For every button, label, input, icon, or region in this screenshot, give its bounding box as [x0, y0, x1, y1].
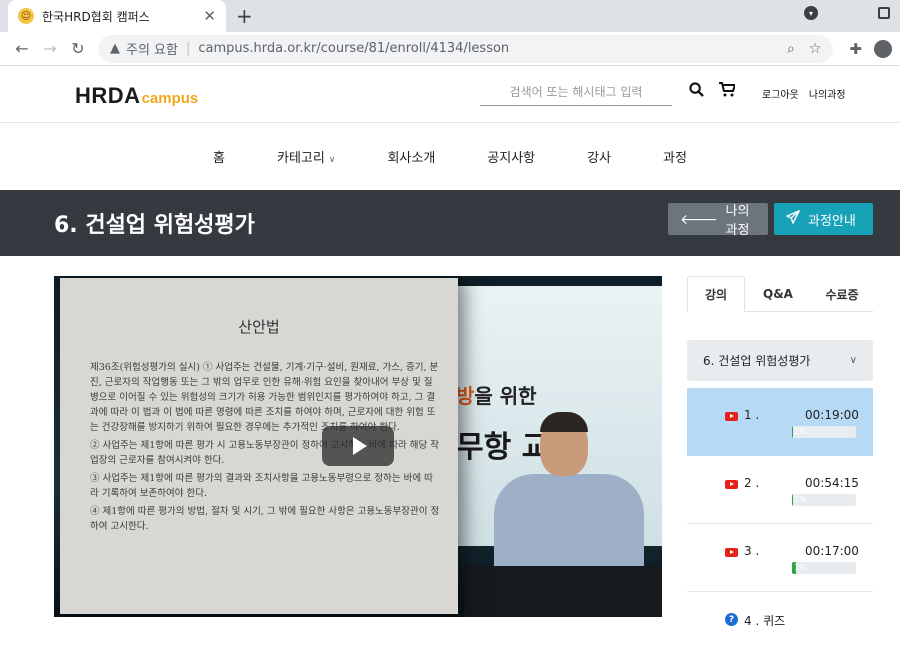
nav-item-courses[interactable]: 과정 — [637, 147, 713, 166]
omnibox-separator: | — [185, 41, 191, 56]
paper-plane-icon — [786, 210, 800, 228]
course-info-button-label: 과정안내 — [808, 213, 856, 229]
quiz-item[interactable]: ? 4 . 퀴즈 — [687, 592, 873, 648]
lesson-progress-bar: 7% — [792, 562, 856, 574]
panel-tabs: 강의 Q&A 수료증 — [687, 276, 873, 312]
browser-tab[interactable]: ☺ 한국HRD협회 캠퍼스 ✕ — [8, 0, 226, 32]
address-bar[interactable]: ▲ 주의 요함 | campus.hrda.or.kr/course/81/en… — [98, 34, 834, 63]
lectern — [464, 566, 662, 617]
lesson-duration: 00:17:00 — [805, 544, 859, 558]
video-player[interactable]: 방을 위한 무항 교육 산안법 제36조(위험성평가의 실시) ① 사업주는 건… — [54, 276, 662, 617]
my-courses-link[interactable]: 나의과정 — [809, 86, 846, 101]
search-icon[interactable] — [689, 82, 704, 101]
logo-text: HRDA — [75, 83, 141, 108]
slide-paragraph: 제36조(위험성평가의 실시) ① 사업주는 건설물, 기계·기구·설비, 원재… — [90, 362, 439, 433]
extensions-puzzle-icon[interactable]: ✚ — [849, 40, 862, 58]
lesson-progress-label: 1% — [794, 495, 807, 504]
course-title-bar: 6. 건설업 위험성평가 🡐 나의과정 과정안내 — [0, 190, 900, 256]
video-background-text: 방을 위한 — [456, 384, 537, 408]
new-tab-icon[interactable]: + — [236, 4, 253, 28]
back-icon[interactable]: ← — [8, 39, 36, 58]
search-input[interactable] — [480, 80, 672, 104]
zoom-icon[interactable]: ⌕ — [787, 41, 795, 57]
tab-search-icon[interactable]: ▾ — [804, 6, 818, 20]
my-courses-button[interactable]: 🡐 나의과정 — [668, 203, 768, 238]
lesson-progress-label: 7% — [794, 563, 807, 572]
lesson-number: 2 . — [744, 476, 760, 490]
youtube-icon — [725, 412, 738, 421]
tab-certificate[interactable]: 수료증 — [811, 276, 873, 312]
lesson-progress-bar: 1% — [792, 494, 856, 506]
site-header: HRDA campus 로그아웃 나의과정 — [0, 66, 900, 122]
slide-paragraph: ③ 사업주는 제1항에 따른 평가의 결과와 조치사항을 고용노동부령으로 정하… — [90, 473, 433, 499]
quiz-label: 4 . 퀴즈 — [744, 614, 786, 628]
profile-avatar-icon[interactable] — [874, 39, 892, 58]
site-logo[interactable]: HRDA campus — [75, 83, 198, 109]
cart-icon[interactable] — [719, 82, 737, 101]
lesson-progress-bar: 2% — [792, 426, 856, 438]
play-button[interactable] — [322, 426, 394, 466]
reload-icon[interactable]: ↻ — [64, 39, 92, 58]
bookmark-star-icon[interactable]: ☆ — [809, 41, 822, 57]
nav-item-category[interactable]: 카테고리 ∨ — [251, 147, 361, 166]
section-header[interactable]: 6. 건설업 위험성평가 ∨ — [687, 340, 873, 381]
lesson-panel: 강의 Q&A 수료증 6. 건설업 위험성평가 ∨ 1 . 00:19:00 2… — [687, 276, 873, 648]
restore-window-icon[interactable] — [878, 7, 890, 19]
nav-item-about[interactable]: 회사소개 — [361, 147, 461, 166]
close-tab-icon[interactable]: ✕ — [203, 7, 216, 25]
tab-title: 한국HRD협회 캠퍼스 — [42, 9, 150, 24]
warning-icon[interactable]: ▲ — [110, 41, 120, 56]
arrow-left-icon: 🡐 — [680, 211, 718, 228]
lesson-item[interactable]: 1 . 00:19:00 2% — [687, 388, 873, 456]
chevron-down-icon: ∨ — [328, 155, 336, 165]
lesson-number: 3 . — [744, 544, 760, 558]
page-title: 6. 건설업 위험성평가 — [54, 213, 255, 238]
question-circle-icon: ? — [725, 613, 738, 626]
play-icon — [353, 437, 367, 455]
my-courses-button-label: 나의과정 — [725, 204, 750, 238]
lesson-item[interactable]: 2 . 00:54:15 1% — [687, 456, 873, 524]
slide-title: 산안법 — [238, 318, 280, 336]
nav-item-notices[interactable]: 공지사항 — [461, 147, 561, 166]
lesson-number: 1 . — [744, 408, 760, 422]
tab-qna[interactable]: Q&A — [749, 276, 807, 312]
nav-item-home[interactable]: 홈 — [187, 147, 251, 166]
site-favicon-icon: ☺ — [18, 8, 34, 24]
section-title: 6. 건설업 위험성평가 — [703, 354, 811, 368]
youtube-icon — [725, 548, 738, 557]
course-info-button[interactable]: 과정안내 — [774, 203, 873, 235]
lesson-duration: 00:19:00 — [805, 408, 859, 422]
nav-item-instructors[interactable]: 강사 — [561, 147, 637, 166]
forward-icon[interactable]: → — [36, 39, 64, 58]
security-label: 주의 요함 — [126, 43, 178, 58]
browser-toolbar: ← → ↻ ▲ 주의 요함 | campus.hrda.or.kr/course… — [0, 32, 900, 66]
lesson-duration: 00:54:15 — [805, 476, 859, 490]
main-nav: 홈 카테고리 ∨ 회사소개 공지사항 강사 과정 — [0, 122, 900, 190]
lesson-progress-fill — [792, 494, 793, 506]
search-box — [480, 80, 672, 106]
tab-lectures[interactable]: 강의 — [687, 276, 745, 312]
logo-subtext: campus — [141, 90, 199, 107]
url-text: campus.hrda.or.kr/course/81/enroll/4134/… — [198, 41, 510, 56]
nav-item-category-label: 카테고리 — [277, 151, 325, 166]
lesson-item[interactable]: 3 . 00:17:00 7% — [687, 524, 873, 592]
chevron-down-icon: ∨ — [849, 355, 857, 366]
browser-tabstrip: ☺ 한국HRD협회 캠퍼스 ✕ + ▾ — [0, 0, 900, 32]
logout-link[interactable]: 로그아웃 — [762, 86, 799, 101]
slide-paragraph: ④ 제1항에 따른 평가의 방법, 절차 및 시기, 그 밖에 필요한 사항은 … — [90, 506, 440, 532]
lecture-slide: 산안법 제36조(위험성평가의 실시) ① 사업주는 건설물, 기계·기구·설비… — [60, 278, 458, 614]
youtube-icon — [725, 480, 738, 489]
lesson-progress-label: 2% — [794, 427, 807, 436]
